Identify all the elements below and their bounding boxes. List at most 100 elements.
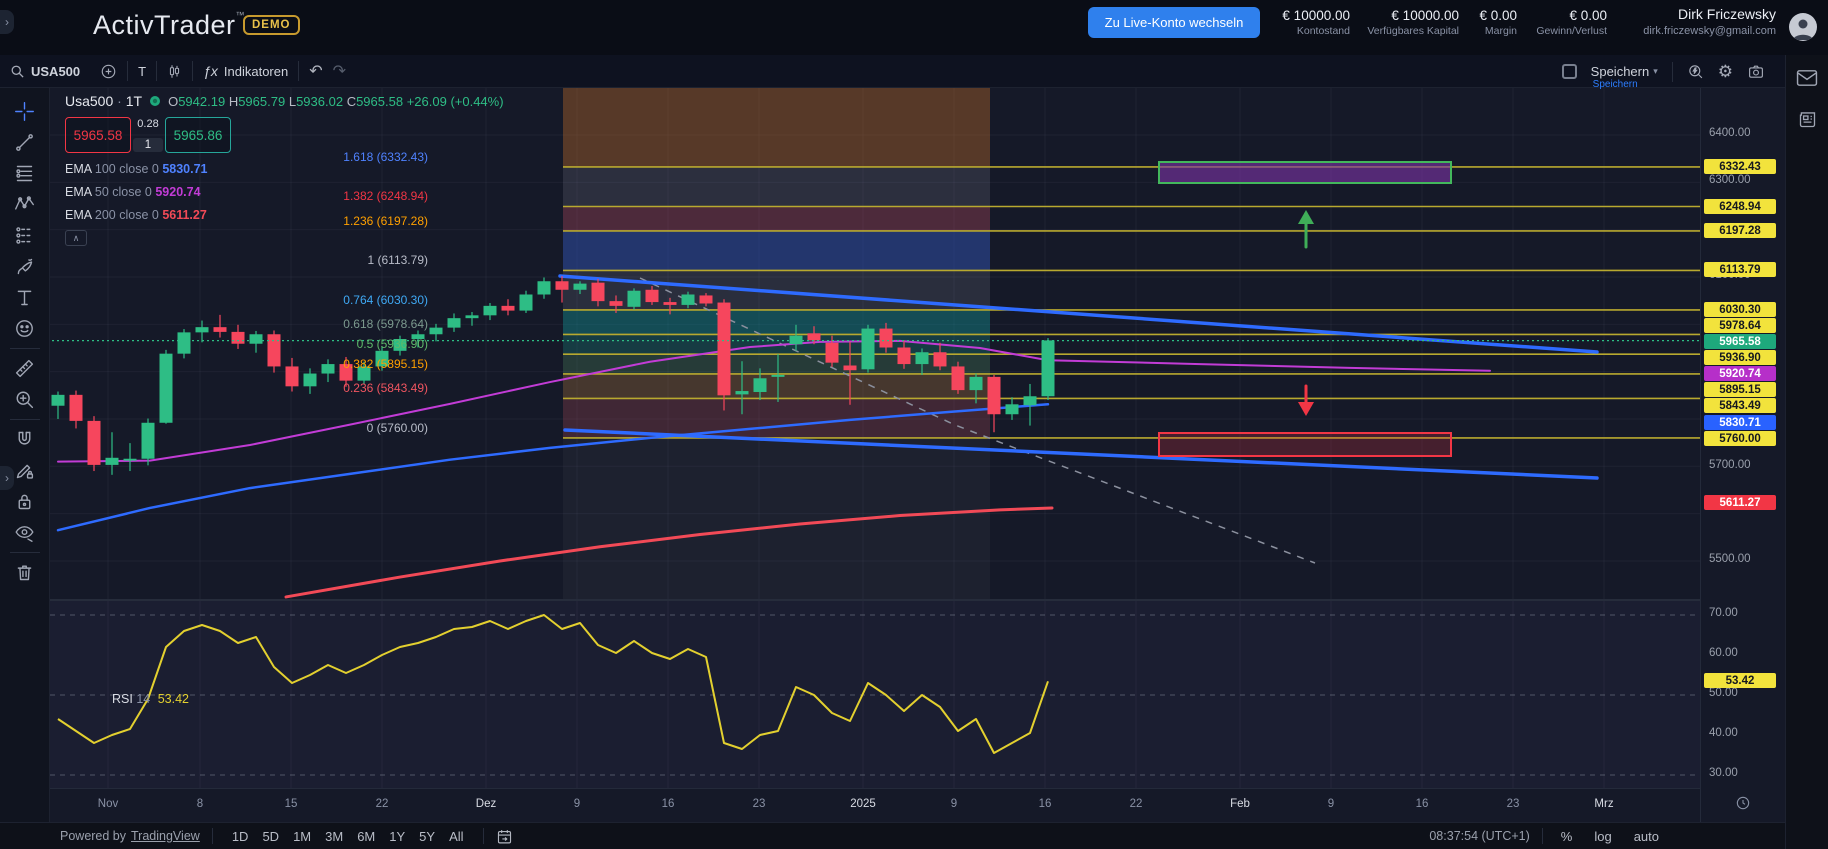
price-badge: 53.42 bbox=[1704, 673, 1776, 688]
fib-icon[interactable] bbox=[8, 158, 42, 189]
time-label: 22 bbox=[1130, 798, 1143, 810]
time-label: 9 bbox=[1328, 798, 1334, 810]
chart-style-button[interactable] bbox=[157, 55, 192, 87]
ema-legend-row[interactable]: EMA 100 close 0 5830.71 bbox=[65, 162, 504, 176]
time-label: 9 bbox=[951, 798, 957, 810]
range-button-3m[interactable]: 3M bbox=[318, 827, 350, 846]
time-label: 8 bbox=[197, 798, 203, 810]
right-sidebar bbox=[1785, 55, 1828, 849]
ema-legend-row[interactable]: EMA 50 close 0 5920.74 bbox=[65, 185, 504, 199]
time-axis[interactable]: Nov81522Dez91623202591622Feb91623Mrz bbox=[50, 788, 1700, 822]
mail-icon[interactable] bbox=[1796, 69, 1818, 87]
scale-button-log[interactable]: log bbox=[1588, 827, 1617, 846]
footer-bar: Powered by TradingView 1D5D1M3M6M1Y5YAll… bbox=[0, 822, 1785, 849]
interval-button[interactable]: T bbox=[128, 55, 156, 87]
scale-button-%[interactable]: % bbox=[1555, 827, 1579, 846]
zoomin-icon[interactable] bbox=[8, 384, 42, 415]
chart-pane[interactable]: Usa500 · 1T O5942.19 H5965.79 L5936.02 C… bbox=[50, 88, 1700, 788]
legend-symbol[interactable]: Usa500 · 1T bbox=[65, 93, 142, 109]
price-axis[interactable]: 6400.006300.006100.005700.005500.006332.… bbox=[1700, 88, 1785, 822]
clock-readout: 08:37:54 (UTC+1) bbox=[1429, 829, 1529, 843]
fib-level-label: 0.764 (6030.30) bbox=[343, 293, 428, 307]
price-badge: 5920.74 bbox=[1704, 366, 1776, 381]
time-label: 22 bbox=[376, 798, 389, 810]
buy-button[interactable]: 5965.86 bbox=[165, 117, 231, 153]
forecast-icon[interactable] bbox=[8, 220, 42, 251]
account-metric: € 10000.00 Verfügbares Kapital bbox=[1367, 8, 1459, 37]
range-buttons: 1D5D1M3M6M1Y5YAll bbox=[225, 827, 471, 846]
account-metric-label: Gewinn/Verlust bbox=[1536, 25, 1607, 37]
news-feed-icon[interactable] bbox=[1797, 109, 1818, 130]
account-metric: € 0.00Gewinn/Verlust bbox=[1536, 8, 1607, 37]
crosshair-icon[interactable] bbox=[8, 96, 42, 127]
add-symbol-button[interactable] bbox=[90, 55, 127, 87]
xabcd-icon[interactable] bbox=[8, 189, 42, 220]
time-label: 16 bbox=[1039, 798, 1052, 810]
chevron-down-icon: ▾ bbox=[1653, 66, 1658, 77]
time-label: Mrz bbox=[1594, 798, 1613, 810]
camera-snapshot-icon[interactable] bbox=[1747, 63, 1765, 80]
undo-button[interactable]: ↶ bbox=[299, 55, 332, 87]
settings-gear-icon[interactable]: ⚙ bbox=[1718, 63, 1733, 80]
range-button-1m[interactable]: 1M bbox=[286, 827, 318, 846]
expand-panel-tab[interactable]: › bbox=[0, 10, 14, 34]
tradingview-link[interactable]: TradingView bbox=[131, 829, 200, 843]
top-header: › ActivTrader™ DEMO Zu Live-Konto wechse… bbox=[0, 0, 1828, 55]
axis-label: 60.00 bbox=[1709, 647, 1779, 659]
toolbar-divider bbox=[10, 419, 40, 420]
ema-legend-row[interactable]: EMA 200 close 0 5611.27 bbox=[65, 208, 504, 222]
axis-label: 30.00 bbox=[1709, 767, 1779, 779]
indicators-button[interactable]: ƒx Indikatoren bbox=[193, 55, 298, 87]
range-button-1y[interactable]: 1Y bbox=[382, 827, 412, 846]
trash-icon[interactable] bbox=[8, 557, 42, 588]
expand-watchlist-tab[interactable]: › bbox=[0, 466, 14, 490]
emoji-icon[interactable] bbox=[8, 313, 42, 344]
account-metric-value: € 10000.00 bbox=[1367, 8, 1459, 23]
redo-button[interactable]: ↷ bbox=[333, 55, 356, 87]
range-button-all[interactable]: All bbox=[442, 827, 470, 846]
go-to-date-icon[interactable] bbox=[496, 828, 513, 845]
magnet-icon[interactable] bbox=[8, 424, 42, 455]
account-metric: € 0.00Margin bbox=[1479, 8, 1517, 37]
switch-to-live-button[interactable]: Zu Live-Konto wechseln bbox=[1088, 7, 1260, 38]
brush-icon[interactable] bbox=[8, 251, 42, 282]
spread-value: 0.28 bbox=[137, 118, 158, 130]
range-button-5y[interactable]: 5Y bbox=[412, 827, 442, 846]
range-button-1d[interactable]: 1D bbox=[225, 827, 256, 846]
range-button-6m[interactable]: 6M bbox=[350, 827, 382, 846]
lock-icon[interactable] bbox=[8, 486, 42, 517]
toolbar-checkbox[interactable] bbox=[1562, 64, 1577, 79]
rsi-legend[interactable]: RSI 14 53.42 bbox=[112, 692, 189, 706]
quick-search-icon[interactable] bbox=[1687, 63, 1704, 80]
account-metric-label: Verfügbares Kapital bbox=[1367, 25, 1459, 37]
sell-button[interactable]: 5965.58 bbox=[65, 117, 131, 153]
price-badge: 6197.28 bbox=[1704, 223, 1776, 238]
save-layout-button[interactable]: Speichern ▾ Speichern bbox=[1591, 64, 1658, 79]
text-icon[interactable] bbox=[8, 282, 42, 313]
account-metric-label: Margin bbox=[1479, 25, 1517, 37]
fib-level-label: 1.236 (6197.28) bbox=[343, 214, 428, 228]
axis-label: 5500.00 bbox=[1709, 553, 1779, 565]
symbol-search[interactable]: USA500 bbox=[0, 55, 90, 87]
axis-label: 40.00 bbox=[1709, 727, 1779, 739]
price-badge: 6030.30 bbox=[1704, 302, 1776, 317]
account-metric-label: Kontostand bbox=[1282, 25, 1350, 37]
demo-badge: DEMO bbox=[243, 15, 300, 35]
price-badge: 6113.79 bbox=[1704, 262, 1776, 277]
axis-label: 70.00 bbox=[1709, 607, 1779, 619]
quantity-stepper[interactable]: 1 bbox=[133, 138, 163, 152]
ruler-icon[interactable] bbox=[8, 353, 42, 384]
trendline-icon[interactable] bbox=[8, 127, 42, 158]
time-label: 15 bbox=[285, 798, 298, 810]
scale-button-auto[interactable]: auto bbox=[1628, 827, 1665, 846]
range-button-5d[interactable]: 5D bbox=[255, 827, 286, 846]
user-info[interactable]: Dirk Friczewsky dirk.friczewsky@gmail.co… bbox=[1643, 6, 1776, 37]
account-metric: € 10000.00Kontostand bbox=[1282, 8, 1350, 37]
eye-icon[interactable] bbox=[8, 517, 42, 548]
avatar[interactable] bbox=[1789, 13, 1817, 41]
price-badge: 5895.15 bbox=[1704, 382, 1776, 397]
timezone-clock-icon[interactable] bbox=[1735, 795, 1751, 811]
collapse-legend-button[interactable]: ∧ bbox=[65, 230, 87, 246]
fib-level-label: 0.5 (5936.90) bbox=[357, 337, 428, 351]
time-label: 23 bbox=[1507, 798, 1520, 810]
